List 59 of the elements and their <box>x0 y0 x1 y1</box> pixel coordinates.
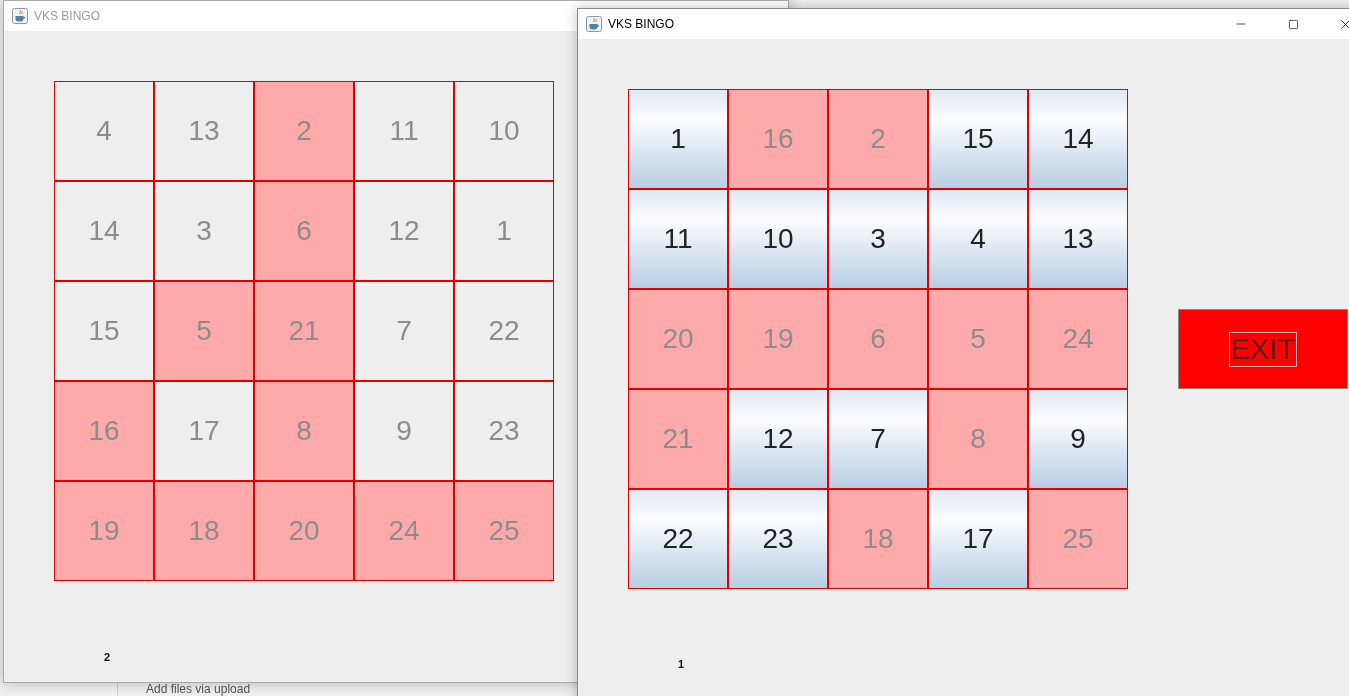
bingo-cell[interactable]: 14 <box>1028 89 1128 189</box>
bingo-cell[interactable]: 23 <box>454 381 554 481</box>
bingo-cell[interactable]: 12 <box>354 181 454 281</box>
bingo-cell[interactable]: 23 <box>728 489 828 589</box>
bingo-cell[interactable]: 13 <box>1028 189 1128 289</box>
bingo-cell[interactable]: 8 <box>254 381 354 481</box>
bingo-cell[interactable]: 21 <box>254 281 354 381</box>
window-title: VKS BINGO <box>608 17 676 31</box>
bingo-cell[interactable]: 10 <box>728 189 828 289</box>
bingo-cell[interactable]: 6 <box>828 289 928 389</box>
bingo-cell[interactable]: 22 <box>454 281 554 381</box>
bingo-cell[interactable]: 4 <box>54 81 154 181</box>
player-label: 2 <box>104 651 112 663</box>
player-label: 1 <box>678 658 686 670</box>
bingo-cell[interactable]: 5 <box>928 289 1028 389</box>
bingo-cell[interactable]: 8 <box>928 389 1028 489</box>
bingo-cell[interactable]: 17 <box>928 489 1028 589</box>
bingo-cell[interactable]: 3 <box>154 181 254 281</box>
bingo-cell[interactable]: 19 <box>54 481 154 581</box>
bingo-cell[interactable]: 16 <box>728 89 828 189</box>
bingo-cell[interactable]: 7 <box>354 281 454 381</box>
bingo-cell[interactable]: 11 <box>354 81 454 181</box>
bingo-cell[interactable]: 24 <box>1028 289 1128 389</box>
bingo-cell[interactable]: 7 <box>828 389 928 489</box>
bingo-cell[interactable]: 15 <box>54 281 154 381</box>
bingo-cell[interactable]: 1 <box>628 89 728 189</box>
bingo-cell[interactable]: 3 <box>828 189 928 289</box>
bingo-cell[interactable]: 17 <box>154 381 254 481</box>
bingo-cell[interactable]: 5 <box>154 281 254 381</box>
bingo-cell[interactable]: 4 <box>928 189 1028 289</box>
bingo-cell[interactable]: 22 <box>628 489 728 589</box>
bingo-cell[interactable]: 9 <box>1028 389 1128 489</box>
bingo-cell[interactable]: 11 <box>628 189 728 289</box>
upload-text: Add files via upload <box>146 683 251 696</box>
bingo-cell[interactable]: 18 <box>154 481 254 581</box>
window-title: VKS BINGO <box>34 9 102 23</box>
bingo-cell[interactable]: 14 <box>54 181 154 281</box>
bingo-cell[interactable]: 21 <box>628 389 728 489</box>
bingo-cell[interactable]: 9 <box>354 381 454 481</box>
bingo-cell[interactable]: 20 <box>254 481 354 581</box>
coffee-cup-icon <box>586 16 602 32</box>
bingo-cell[interactable]: 2 <box>254 81 354 181</box>
bingo-cell[interactable]: 2 <box>828 89 928 189</box>
bingo-cell[interactable]: 12 <box>728 389 828 489</box>
coffee-cup-icon <box>12 8 28 24</box>
bingo-cell[interactable]: 25 <box>1028 489 1128 589</box>
bingo-cell[interactable]: 15 <box>928 89 1028 189</box>
bingo-cell[interactable]: 18 <box>828 489 928 589</box>
bingo-cell[interactable]: 6 <box>254 181 354 281</box>
bingo-cell[interactable]: 1 <box>454 181 554 281</box>
bingo-cell[interactable]: 24 <box>354 481 454 581</box>
bingo-cell[interactable]: 13 <box>154 81 254 181</box>
bingo-cell[interactable]: 25 <box>454 481 554 581</box>
maximize-icon <box>1287 18 1299 30</box>
bingo-cell[interactable]: 16 <box>54 381 154 481</box>
bingo-cell[interactable]: 19 <box>728 289 828 389</box>
bingo-cell[interactable]: 10 <box>454 81 554 181</box>
bingo-cell[interactable]: 20 <box>628 289 728 389</box>
exit-button[interactable]: EXIT <box>1178 309 1348 389</box>
